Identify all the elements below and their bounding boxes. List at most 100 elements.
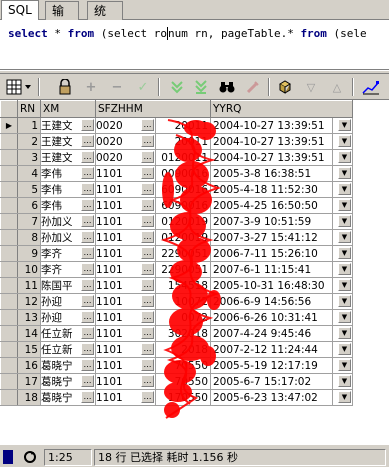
cell-xm[interactable]: 任立新… [40, 325, 96, 342]
cell-yyrq-dropdown[interactable]: ▼ [332, 229, 353, 246]
ellipsis-button[interactable]: … [81, 215, 94, 227]
cell-sfzhhm-tail[interactable]: 70550 [155, 357, 211, 374]
post-changes-icon[interactable]: ✓ [132, 77, 154, 97]
cell-sfzhhm[interactable]: 1101… [95, 325, 156, 342]
table-row[interactable]: 2 王建文… 0020… 20011 2004-10-27 13:39:51 ▼ [0, 133, 353, 150]
table-row[interactable]: 10 李齐… 1101… 2290051 2007-6-1 11:15:41 ▼ [0, 261, 353, 278]
ellipsis-button[interactable]: … [81, 343, 94, 355]
row-indicator[interactable] [0, 165, 18, 182]
cell-sfzhhm-tail[interactable]: 6090016 [155, 197, 211, 214]
cell-xm[interactable]: 王建文… [40, 133, 96, 150]
cell-sfzhhm-tail[interactable]: 0090016 [155, 165, 211, 182]
cell-yyrq[interactable]: 2007-3-27 15:41:12 [210, 229, 333, 246]
row-indicator[interactable] [0, 357, 18, 374]
cell-xm[interactable]: 孙迎… [40, 309, 96, 326]
cell-yyrq-dropdown[interactable]: ▼ [332, 117, 353, 134]
cell-xm[interactable]: 葛晓宁… [40, 389, 96, 406]
cell-sfzhhm-tail[interactable]: 2290051 [155, 261, 211, 278]
ellipsis-button[interactable]: … [141, 135, 154, 147]
ellipsis-button[interactable]: … [141, 295, 154, 307]
table-row[interactable]: 13 孙迎… 1101… 0072 2006-6-26 10:31:41 ▼ [0, 309, 353, 326]
cell-rn[interactable]: 18 [17, 389, 41, 406]
cell-sfzhhm-tail[interactable]: 2290051 [155, 245, 211, 262]
cell-rn[interactable]: 1 [17, 117, 41, 134]
cell-yyrq[interactable]: 2004-10-27 13:39:51 [210, 149, 333, 166]
cell-yyrq[interactable]: 2007-6-1 11:15:41 [210, 261, 333, 278]
sql-editor[interactable]: select * from (select ronum rn, pageTabl… [0, 20, 389, 70]
ellipsis-button[interactable]: … [141, 151, 154, 163]
cell-rn[interactable]: 10 [17, 261, 41, 278]
cell-rn[interactable]: 15 [17, 341, 41, 358]
cell-xm[interactable]: 李齐… [40, 245, 96, 262]
row-indicator[interactable] [0, 373, 18, 390]
chevron-down-icon[interactable]: ▼ [338, 167, 351, 179]
chevron-down-icon[interactable]: ▼ [338, 279, 351, 291]
ellipsis-button[interactable]: … [81, 375, 94, 387]
cell-yyrq[interactable]: 2006-6-26 10:31:41 [210, 309, 333, 326]
chevron-down-icon[interactable]: ▼ [338, 215, 351, 227]
cell-yyrq-dropdown[interactable]: ▼ [332, 165, 353, 182]
cell-yyrq[interactable]: 2005-6-7 15:17:02 [210, 373, 333, 390]
cell-xm[interactable]: 李伟… [40, 197, 96, 214]
chevron-down-icon[interactable]: ▼ [338, 183, 351, 195]
ellipsis-button[interactable]: … [81, 359, 94, 371]
cell-xm[interactable]: 李齐… [40, 261, 96, 278]
cell-yyrq[interactable]: 2005-3-8 16:38:51 [210, 165, 333, 182]
table-row[interactable]: 18 葛晓宁… 1101… 170550 2005-6-23 13:47:02 ▼ [0, 389, 353, 406]
cell-yyrq[interactable]: 2005-4-18 11:52:30 [210, 181, 333, 198]
cell-yyrq-dropdown[interactable]: ▼ [332, 277, 353, 294]
row-indicator[interactable] [0, 389, 18, 406]
row-indicator[interactable] [0, 277, 18, 294]
ellipsis-button[interactable]: … [141, 327, 154, 339]
cell-yyrq-dropdown[interactable]: ▼ [332, 133, 353, 150]
table-row[interactable]: 8 孙加义… 1101… 0120019 2007-3-27 15:41:12 ▼ [0, 229, 353, 246]
cell-rn[interactable]: 12 [17, 293, 41, 310]
cell-sfzhhm-tail[interactable]: 0120019 [155, 229, 211, 246]
chevron-down-icon[interactable]: ▼ [338, 327, 351, 339]
cell-yyrq-dropdown[interactable]: ▼ [332, 309, 353, 326]
ellipsis-button[interactable]: … [141, 375, 154, 387]
row-indicator[interactable] [0, 325, 18, 342]
table-row[interactable]: 16 葛晓宁… 1101… 70550 2005-5-19 12:17:19 ▼ [0, 357, 353, 374]
cell-sfzhhm[interactable]: 1101… [95, 165, 156, 182]
cell-sfzhhm[interactable]: 1101… [95, 341, 156, 358]
cell-yyrq[interactable]: 2005-6-23 13:47:02 [210, 389, 333, 406]
ellipsis-button[interactable]: … [81, 183, 94, 195]
cell-rn[interactable]: 17 [17, 373, 41, 390]
cell-yyrq[interactable]: 2006-6-9 14:56:56 [210, 293, 333, 310]
cell-sfzhhm-tail[interactable]: 20011 [155, 133, 211, 150]
cell-sfzhhm[interactable]: 1101… [95, 309, 156, 326]
cell-yyrq-dropdown[interactable]: ▼ [332, 373, 353, 390]
cell-sfzhhm[interactable]: 1101… [95, 229, 156, 246]
cell-rn[interactable]: 14 [17, 325, 41, 342]
triangle-down-icon[interactable]: ▽ [300, 77, 322, 97]
cell-yyrq-dropdown[interactable]: ▼ [332, 213, 353, 230]
tab-sql[interactable]: SQL [1, 0, 39, 21]
column-header-sfzhhm[interactable]: SFZHHM [95, 100, 211, 118]
row-indicator[interactable] [0, 341, 18, 358]
chevron-down-icon[interactable]: ▼ [338, 199, 351, 211]
cell-yyrq-dropdown[interactable]: ▼ [332, 325, 353, 342]
ellipsis-button[interactable]: … [141, 199, 154, 211]
current-row-indicator-icon[interactable]: ▶ [0, 117, 18, 134]
chevron-down-icon[interactable]: ▼ [338, 247, 351, 259]
row-indicator[interactable] [0, 309, 18, 326]
chevron-down-icon[interactable]: ▼ [338, 343, 351, 355]
ellipsis-button[interactable]: … [81, 247, 94, 259]
cell-sfzhhm-tail[interactable]: 0072 [155, 309, 211, 326]
ellipsis-button[interactable]: … [81, 167, 94, 179]
tab-output[interactable]: 输出 [45, 1, 79, 36]
cell-xm[interactable]: 王建文… [40, 149, 96, 166]
ellipsis-button[interactable]: … [81, 311, 94, 323]
cell-xm[interactable]: 孙加义… [40, 229, 96, 246]
tab-statistics[interactable]: 统计 [87, 1, 123, 36]
ellipsis-button[interactable]: … [81, 151, 94, 163]
result-grid[interactable]: RN XM SFZHHM YYRQ ▶ 1 王建文… 0020… 20011 2004-1… [0, 100, 389, 444]
table-row[interactable]: 5 李伟… 1101… 6090016 2005-4-18 11:52:30 ▼ [0, 181, 353, 198]
ellipsis-button[interactable]: … [141, 343, 154, 355]
cell-yyrq-dropdown[interactable]: ▼ [332, 341, 353, 358]
chevron-down-icon[interactable]: ▼ [338, 119, 351, 131]
cell-yyrq-dropdown[interactable]: ▼ [332, 389, 353, 406]
table-row[interactable]: 17 葛晓宁… 1101… 70550 2005-6-7 15:17:02 ▼ [0, 373, 353, 390]
cell-sfzhhm[interactable]: 1101… [95, 181, 156, 198]
